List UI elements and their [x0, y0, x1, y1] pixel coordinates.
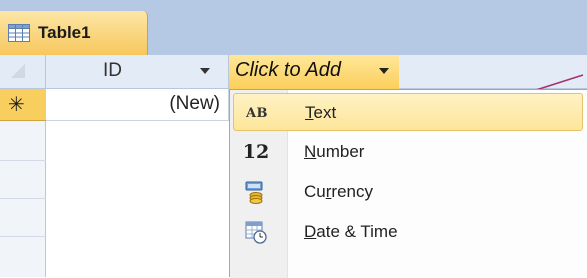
select-all-button[interactable] — [0, 55, 46, 88]
tab-table1[interactable]: Table1 — [0, 11, 148, 55]
new-record-id-cell[interactable]: (New) — [46, 89, 229, 121]
document-tab-strip: Table1 — [0, 0, 587, 55]
click-to-add-column[interactable]: Click to Add — [229, 55, 399, 89]
menu-item-number[interactable]: 12 Number — [233, 133, 583, 171]
tab-label: Table1 — [38, 23, 91, 42]
text-type-icon: AB — [245, 105, 269, 121]
new-record-id-value: (New) — [169, 93, 220, 114]
click-to-add-label: Click to Add — [235, 59, 341, 81]
currency-type-icon — [242, 180, 270, 204]
menu-item-text[interactable]: AB Text — [233, 93, 583, 131]
menu-item-label: Date & Time — [304, 222, 398, 241]
chevron-down-icon[interactable] — [379, 68, 389, 74]
column-header-id-label: ID — [103, 60, 122, 81]
select-all-triangle-icon — [11, 64, 25, 78]
column-header-id[interactable]: ID — [46, 55, 229, 88]
menu-item-currency[interactable]: Currency — [233, 173, 583, 211]
column-header-row: ID Click to Add — [0, 55, 587, 110]
menu-item-label: Text — [305, 103, 337, 122]
menu-item-date-time[interactable]: Date & Time — [233, 213, 583, 251]
number-type-icon: 12 — [242, 141, 270, 163]
row-divider — [0, 160, 46, 161]
field-type-dropdown: AB Text 12 Number Currency Date & Time — [229, 89, 587, 278]
date-time-type-icon — [242, 220, 270, 244]
menu-item-label: Number — [304, 142, 365, 161]
new-record-selector[interactable]: ✳ — [0, 89, 46, 121]
chevron-down-icon[interactable] — [200, 68, 210, 74]
new-record-icon: ✳ — [8, 92, 25, 116]
row-divider — [0, 198, 46, 199]
row-divider — [0, 236, 46, 237]
menu-item-label: Currency — [304, 182, 373, 201]
table-icon — [8, 24, 30, 42]
